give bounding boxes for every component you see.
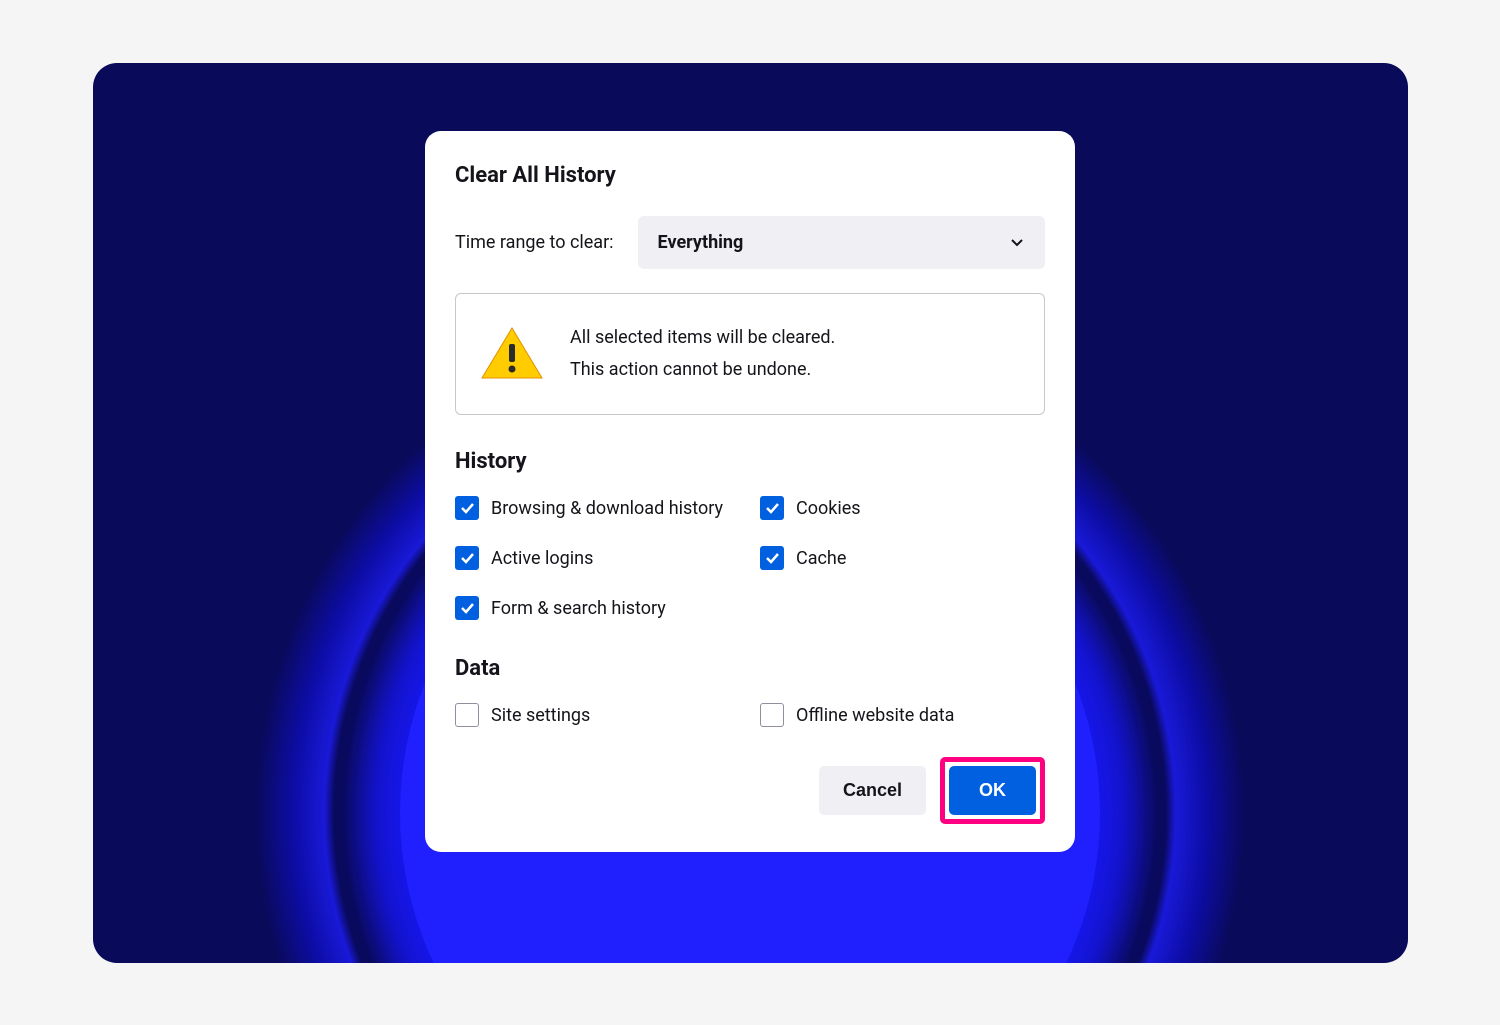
chevron-down-icon <box>1009 234 1025 250</box>
warning-box: All selected items will be cleared. This… <box>455 293 1045 416</box>
checkbox-row-cookies: Cookies <box>760 496 1045 520</box>
checkbox-label: Offline website data <box>796 705 954 726</box>
checkbox-label: Form & search history <box>491 598 666 619</box>
checkbox-row-active-logins: Active logins <box>455 546 740 570</box>
checkbox-row-offline-data: Offline website data <box>760 703 1045 727</box>
checkbox-row-browsing-download: Browsing & download history <box>455 496 740 520</box>
checkbox-row-cache: Cache <box>760 546 1045 570</box>
checkbox-row-form-search: Form & search history <box>455 596 740 620</box>
checkbox-row-site-settings: Site settings <box>455 703 740 727</box>
background-container: Clear All History Time range to clear: E… <box>93 63 1408 963</box>
ok-button[interactable]: OK <box>949 766 1036 815</box>
warning-line-1: All selected items will be cleared. <box>570 322 835 354</box>
dialog-button-row: Cancel OK <box>455 757 1045 824</box>
checkbox-label: Browsing & download history <box>491 498 723 519</box>
checkbox-label: Cache <box>796 548 846 569</box>
checkbox-offline-data[interactable] <box>760 703 784 727</box>
warning-line-2: This action cannot be undone. <box>570 354 835 386</box>
time-range-row: Time range to clear: Everything <box>455 216 1045 269</box>
checkbox-cookies[interactable] <box>760 496 784 520</box>
checkbox-label: Cookies <box>796 498 861 519</box>
checkmark-icon <box>764 500 780 516</box>
checkmark-icon <box>459 500 475 516</box>
checkbox-active-logins[interactable] <box>455 546 479 570</box>
checkmark-icon <box>459 600 475 616</box>
checkbox-form-search[interactable] <box>455 596 479 620</box>
time-range-dropdown[interactable]: Everything <box>638 216 1045 269</box>
checkmark-icon <box>764 550 780 566</box>
clear-history-dialog: Clear All History Time range to clear: E… <box>425 131 1075 853</box>
checkbox-label: Active logins <box>491 548 593 569</box>
checkbox-label: Site settings <box>491 705 590 726</box>
dialog-title: Clear All History <box>455 163 1045 188</box>
ok-button-highlight: OK <box>940 757 1045 824</box>
history-checkbox-grid: Browsing & download history Cookies Acti… <box>455 496 1045 620</box>
time-range-label: Time range to clear: <box>455 232 614 253</box>
warning-text: All selected items will be cleared. This… <box>570 322 835 387</box>
data-section-title: Data <box>455 656 1045 681</box>
checkbox-site-settings[interactable] <box>455 703 479 727</box>
history-section: History Browsing & download history Cook… <box>455 449 1045 620</box>
data-checkbox-grid: Site settings Offline website data <box>455 703 1045 727</box>
checkmark-icon <box>459 550 475 566</box>
data-section: Data Site settings Offline website data <box>455 656 1045 727</box>
history-section-title: History <box>455 449 1045 474</box>
cancel-button[interactable]: Cancel <box>819 766 926 815</box>
checkbox-cache[interactable] <box>760 546 784 570</box>
warning-icon <box>480 326 544 382</box>
dropdown-selected-value: Everything <box>658 232 744 253</box>
checkbox-browsing-download[interactable] <box>455 496 479 520</box>
